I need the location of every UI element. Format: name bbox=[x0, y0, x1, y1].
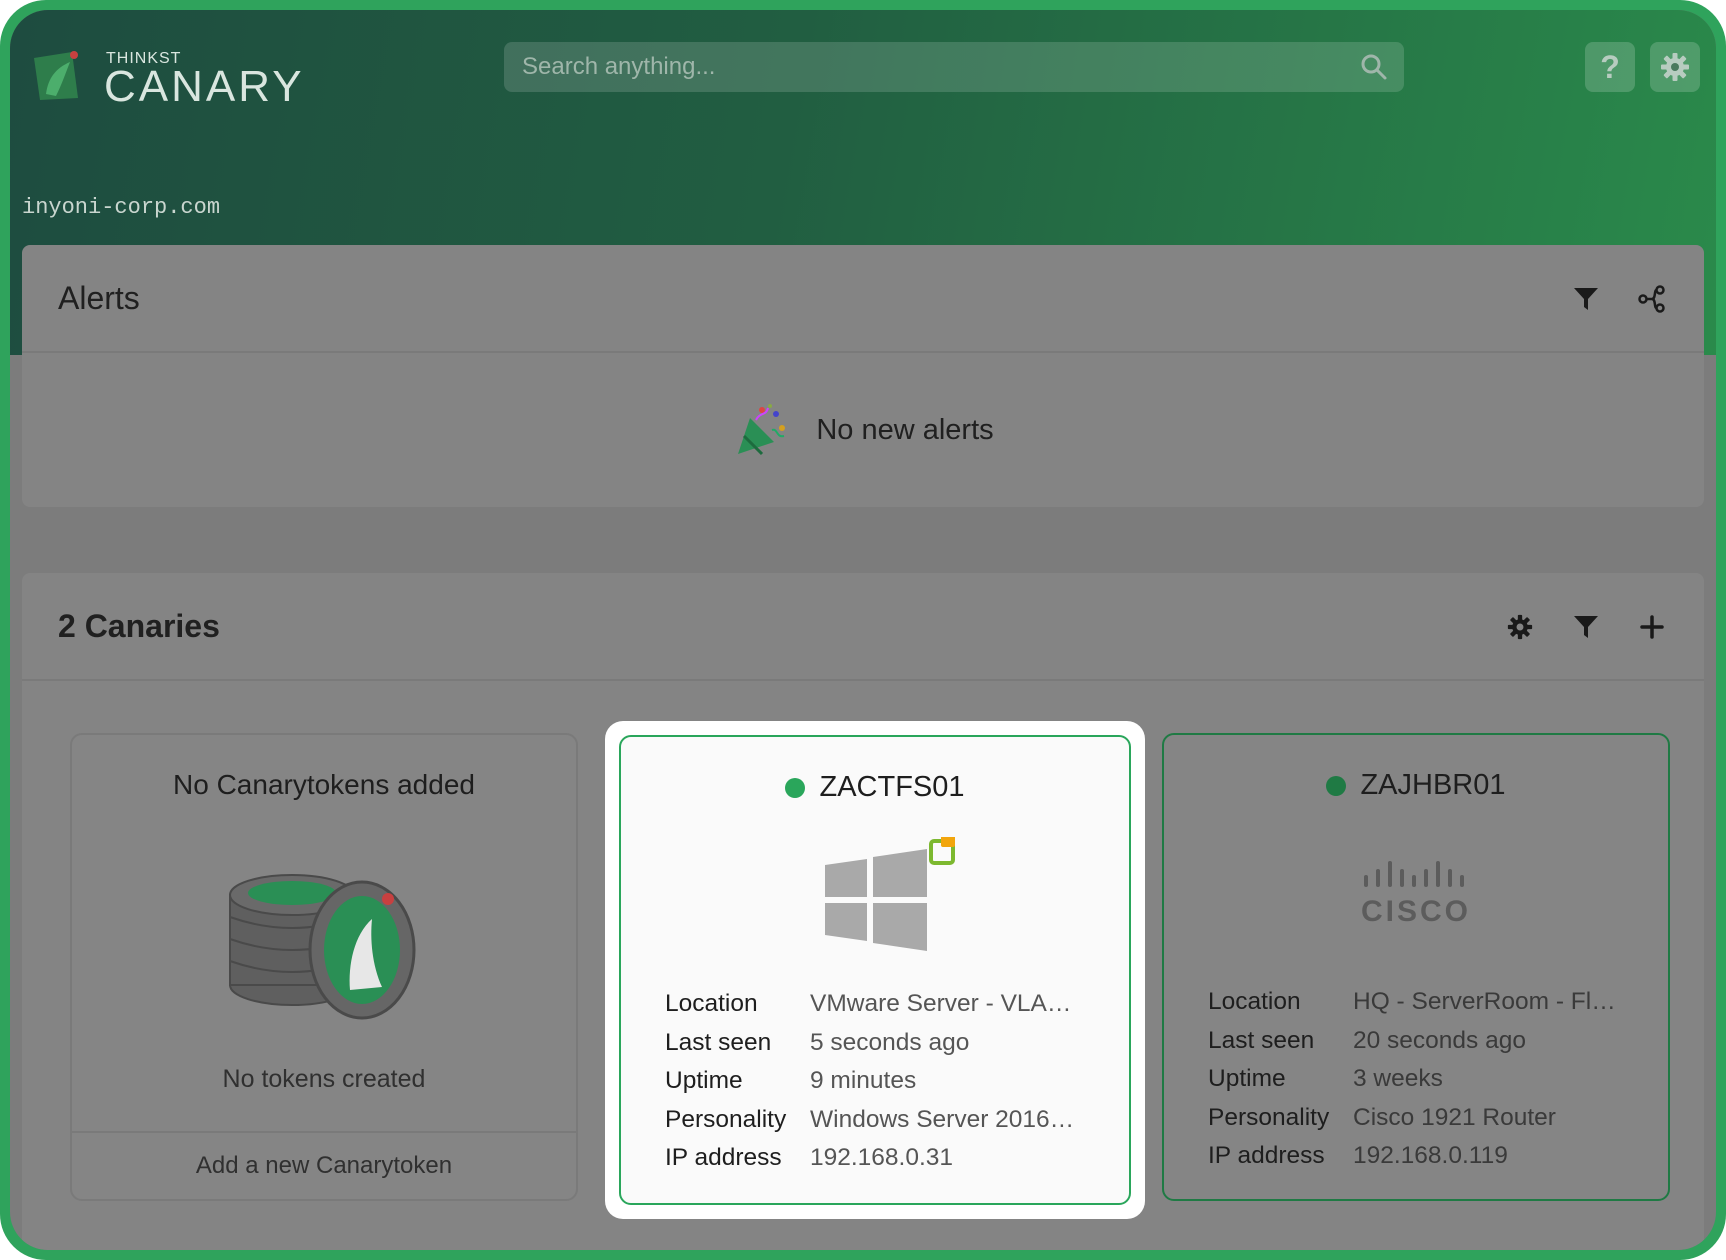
device-name: ZACTFS01 bbox=[819, 771, 965, 803]
device-info: Location VMware Server - VLA… Last seen … bbox=[665, 985, 1074, 1178]
info-value: 3 weeks bbox=[1353, 1065, 1443, 1093]
alerts-empty-state: No new alerts bbox=[22, 353, 1704, 507]
device-info: Location HQ - ServerRoom - Fl… Last seen… bbox=[1208, 983, 1616, 1176]
cisco-logo-icon bbox=[1364, 861, 1464, 887]
online-status-dot bbox=[1326, 775, 1347, 796]
info-key: Personality bbox=[1208, 1103, 1330, 1131]
canary-bird-icon bbox=[34, 51, 78, 100]
cisco-wordmark: CISCO bbox=[1360, 895, 1471, 928]
info-row-personality: Personality Cisco 1921 Router bbox=[1208, 1099, 1616, 1138]
canarytokens-card[interactable]: No Canarytokens added No tokens created … bbox=[70, 733, 578, 1201]
online-status-dot bbox=[785, 777, 806, 798]
canary-logo[interactable]: THINKST CANARY bbox=[22, 40, 332, 111]
info-row-uptime: Uptime 3 weeks bbox=[1208, 1060, 1616, 1099]
info-row-ip-address: IP address 192.168.0.119 bbox=[1208, 1137, 1616, 1176]
help-icon: ? bbox=[1600, 48, 1620, 85]
info-value: Windows Server 2016… bbox=[810, 1105, 1075, 1133]
canaries-header: 2 Canaries bbox=[22, 573, 1704, 681]
info-value: VMware Server - VLA… bbox=[810, 990, 1072, 1018]
info-value: HQ - ServerRoom - Fl… bbox=[1353, 988, 1616, 1016]
info-value: Cisco 1921 Router bbox=[1353, 1103, 1556, 1131]
info-row-last-seen: Last seen 5 seconds ago bbox=[665, 1024, 1074, 1063]
info-row-location: Location VMware Server - VLA… bbox=[665, 985, 1074, 1024]
party-popper-icon bbox=[738, 404, 786, 456]
webhook-icon bbox=[1638, 285, 1665, 313]
organization-domain: inyoni-corp.com bbox=[22, 195, 221, 220]
alerts-panel: Alerts No new alerts bbox=[22, 245, 1704, 507]
info-key: Last seen bbox=[665, 1028, 772, 1056]
info-value: 192.168.0.31 bbox=[810, 1144, 954, 1172]
device-name: ZAJHBR01 bbox=[1360, 769, 1506, 801]
app-window: THINKST CANARY ? bbox=[10, 10, 1716, 1250]
canarytokens-title: No Canarytokens added bbox=[173, 769, 475, 800]
alerts-header: Alerts bbox=[22, 245, 1704, 353]
gear-icon bbox=[1507, 614, 1533, 640]
token-coins-icon bbox=[229, 874, 416, 1020]
plus-icon bbox=[1640, 615, 1664, 639]
device-card-zactfs01[interactable]: ZACTFS01 Location VMware Server - VLA… L… bbox=[619, 735, 1131, 1205]
canaries-filter-button[interactable] bbox=[1570, 611, 1602, 643]
info-row-uptime: Uptime 9 minutes bbox=[665, 1062, 1074, 1101]
info-key: Personality bbox=[665, 1105, 787, 1133]
alerts-webhook-button[interactable] bbox=[1636, 283, 1668, 315]
settings-button[interactable] bbox=[1650, 42, 1700, 92]
info-row-location: Location HQ - ServerRoom - Fl… bbox=[1208, 983, 1616, 1022]
search-input[interactable] bbox=[520, 52, 1360, 82]
filter-icon bbox=[1574, 616, 1598, 638]
search-bar[interactable] bbox=[504, 42, 1404, 92]
device-card-zajhbr01[interactable]: ZAJHBR01 CISCO Location HQ - ServerRoom … bbox=[1162, 733, 1670, 1201]
canaries-title: 2 Canaries bbox=[58, 607, 220, 644]
gear-icon bbox=[1661, 53, 1689, 81]
info-key: Uptime bbox=[665, 1067, 743, 1095]
help-button[interactable]: ? bbox=[1585, 42, 1635, 92]
info-key: Last seen bbox=[1208, 1026, 1315, 1054]
search-icon[interactable] bbox=[1360, 53, 1388, 81]
info-value: 9 minutes bbox=[810, 1067, 917, 1095]
info-row-ip-address: IP address 192.168.0.31 bbox=[665, 1139, 1074, 1178]
app-frame: THINKST CANARY ? bbox=[0, 0, 1726, 1260]
add-canary-button[interactable] bbox=[1636, 611, 1668, 643]
windows-logo-icon bbox=[825, 837, 955, 951]
info-row-last-seen: Last seen 20 seconds ago bbox=[1208, 1022, 1616, 1061]
canaries-settings-button[interactable] bbox=[1504, 611, 1536, 643]
info-key: IP address bbox=[1208, 1142, 1325, 1170]
filter-icon bbox=[1574, 288, 1598, 310]
vmware-badge-icon bbox=[929, 837, 955, 865]
no-alerts-message: No new alerts bbox=[816, 413, 994, 446]
info-row-personality: Personality Windows Server 2016… bbox=[665, 1101, 1074, 1140]
info-key: IP address bbox=[665, 1144, 782, 1172]
info-key: Uptime bbox=[1208, 1065, 1286, 1093]
info-value: 20 seconds ago bbox=[1353, 1026, 1526, 1054]
logo-product-text: CANARY bbox=[104, 62, 305, 111]
add-canarytoken-button[interactable]: Add a new Canarytoken bbox=[72, 1131, 576, 1199]
alerts-title: Alerts bbox=[58, 279, 140, 316]
info-value: 192.168.0.119 bbox=[1353, 1142, 1508, 1170]
info-key: Location bbox=[665, 990, 758, 1018]
info-key: Location bbox=[1208, 988, 1301, 1016]
alerts-filter-button[interactable] bbox=[1570, 283, 1602, 315]
info-value: 5 seconds ago bbox=[810, 1028, 970, 1056]
canaries-panel: 2 Canaries No Canarytokens added No toke… bbox=[22, 573, 1704, 1250]
tokens-status-text: No tokens created bbox=[222, 1065, 426, 1093]
